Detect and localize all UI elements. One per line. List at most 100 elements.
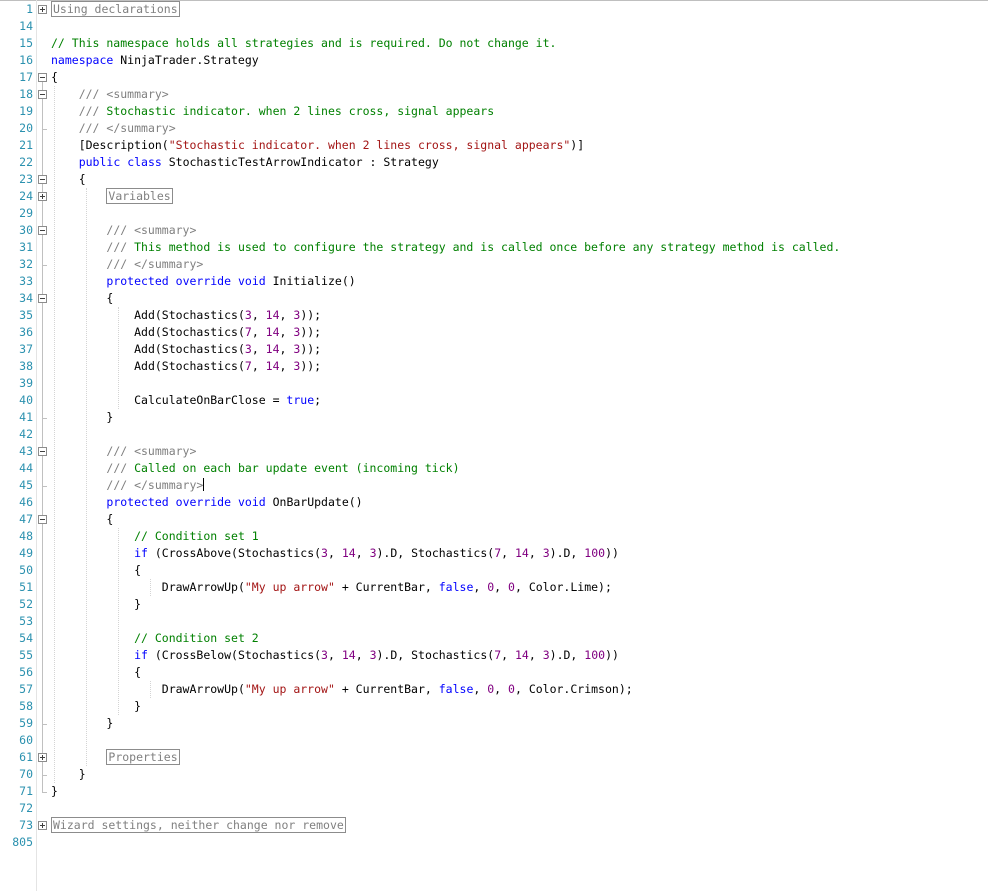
code-line[interactable]: 58 } [0, 698, 988, 715]
code-line[interactable]: 34 { [0, 290, 988, 307]
code-line[interactable]: 53 [0, 613, 988, 630]
collapsed-region[interactable]: Wizard settings, neither change nor remo… [51, 817, 346, 833]
code-token: DrawArrowUp( [161, 580, 245, 594]
code-line[interactable]: 52 } [0, 596, 988, 613]
line-number: 70 [19, 767, 33, 781]
code-line[interactable]: 59 } [0, 715, 988, 732]
line-code: protected override void Initialize() [51, 273, 356, 290]
fold-collapse-icon[interactable] [38, 447, 47, 456]
code-line[interactable]: 49 if (CrossAbove(Stochastics(3, 14, 3).… [0, 545, 988, 562]
code-line[interactable]: 20 /// </summary> [0, 120, 988, 137]
code-line[interactable]: 30 /// <summary> [0, 222, 988, 239]
code-line[interactable]: 47 { [0, 511, 988, 528]
code-line[interactable]: 43 /// <summary> [0, 443, 988, 460]
code-line[interactable]: 805 [0, 834, 988, 851]
line-number: 41 [19, 410, 33, 424]
code-line[interactable]: 56 { [0, 664, 988, 681]
fold-expand-icon[interactable] [38, 821, 47, 830]
code-token: /// [78, 104, 107, 118]
code-line[interactable]: 32 /// </summary> [0, 256, 988, 273]
code-line[interactable]: 54 // Condition set 2 [0, 630, 988, 647]
code-line[interactable]: 41 } [0, 409, 988, 426]
code-token: override [175, 495, 232, 509]
code-line[interactable]: 38 Add(Stochastics(7, 14, 3)); [0, 358, 988, 375]
code-token: /// [106, 461, 135, 475]
line-code: // This namespace holds all strategies a… [51, 35, 556, 52]
line-number: 43 [19, 444, 33, 458]
fold-collapse-icon[interactable] [38, 226, 47, 235]
fold-expand-icon[interactable] [38, 753, 47, 762]
code-line[interactable]: 72 [0, 800, 988, 817]
code-line[interactable]: 73 Wizard settings, neither change nor re… [0, 817, 988, 834]
fold-collapse-icon[interactable] [38, 175, 47, 184]
code-line[interactable]: 40 CalculateOnBarClose = true; [0, 392, 988, 409]
line-code: Add(Stochastics(3, 14, 3)); [51, 307, 321, 324]
code-line[interactable]: 70 } [0, 766, 988, 783]
code-line[interactable]: 33 protected override void Initialize() [0, 273, 988, 290]
code-token: } [134, 597, 142, 611]
code-token: , [279, 325, 294, 339]
code-line[interactable]: 35 Add(Stochastics(3, 14, 3)); [0, 307, 988, 324]
code-editor[interactable]: 1 Using declarations 14 15 // This namespace… [0, 0, 988, 891]
code-line[interactable]: 31 /// This method is used to configure … [0, 239, 988, 256]
fold-collapse-icon[interactable] [38, 73, 47, 82]
collapsed-region[interactable]: Using declarations [51, 1, 180, 17]
code-line[interactable]: 1 Using declarations [0, 1, 988, 18]
fold-expand-icon[interactable] [38, 5, 47, 14]
code-line[interactable]: 29 [0, 205, 988, 222]
fold-expand-icon[interactable] [38, 192, 47, 201]
line-number: 59 [19, 716, 33, 730]
fold-collapse-icon[interactable] [38, 90, 47, 99]
collapsed-region[interactable]: Properties [106, 749, 180, 765]
code-line[interactable]: 55 if (CrossBelow(Stochastics(3, 14, 3).… [0, 647, 988, 664]
code-line[interactable]: 48 // Condition set 1 [0, 528, 988, 545]
code-line[interactable]: 60 [0, 732, 988, 749]
line-code: namespace NinjaTrader.Strategy [51, 52, 259, 69]
line-code: /// <summary> [51, 86, 169, 103]
code-line[interactable]: 51 DrawArrowUp("My up arrow" + CurrentBa… [0, 579, 988, 596]
code-line[interactable]: 57 DrawArrowUp("My up arrow" + CurrentBa… [0, 681, 988, 698]
code-line[interactable]: 39 [0, 375, 988, 392]
code-line[interactable]: 22 public class StochasticTestArrowIndic… [0, 154, 988, 171]
line-code: protected override void OnBarUpdate() [51, 494, 362, 511]
code-line[interactable]: 21 [Description("Stochastic indicator. w… [0, 137, 988, 154]
code-line[interactable]: 19 /// Stochastic indicator. when 2 line… [0, 103, 988, 120]
code-token: , [279, 359, 294, 373]
code-line[interactable]: 42 [0, 426, 988, 443]
code-line[interactable]: 24 Variables [0, 188, 988, 205]
code-line[interactable]: 37 Add(Stochastics(3, 14, 3)); [0, 341, 988, 358]
code-line[interactable]: 23 { [0, 171, 988, 188]
code-line[interactable]: 16 namespace NinjaTrader.Strategy [0, 52, 988, 69]
line-number: 72 [19, 801, 33, 815]
code-line[interactable]: 18 /// <summary> [0, 86, 988, 103]
code-token: Initialize() [265, 274, 356, 288]
code-line[interactable]: 14 [0, 18, 988, 35]
code-token: , [251, 308, 266, 322]
code-token: /// <summary> [106, 444, 197, 458]
code-line[interactable]: 46 protected override void OnBarUpdate() [0, 494, 988, 511]
code-line[interactable]: 15 // This namespace holds all strategies… [0, 35, 988, 52]
code-token: , [501, 648, 515, 662]
fold-collapse-icon[interactable] [38, 294, 47, 303]
code-line[interactable]: 45 /// </summary> [0, 477, 988, 494]
code-line[interactable]: 50 { [0, 562, 988, 579]
code-line[interactable]: 61 Properties [0, 749, 988, 766]
code-line[interactable]: 44 /// Called on each bar update event (… [0, 460, 988, 477]
code-line[interactable]: 17 { [0, 69, 988, 86]
collapsed-region[interactable]: Variables [106, 188, 173, 204]
code-line[interactable]: 71} [0, 783, 988, 800]
code-line[interactable]: 36 Add(Stochastics(7, 14, 3)); [0, 324, 988, 341]
line-code: // Condition set 1 [51, 528, 259, 545]
line-code: /// </summary> [51, 120, 176, 137]
code-token: { [106, 291, 114, 305]
code-token: 7 [244, 325, 252, 339]
fold-collapse-icon[interactable] [38, 515, 47, 524]
